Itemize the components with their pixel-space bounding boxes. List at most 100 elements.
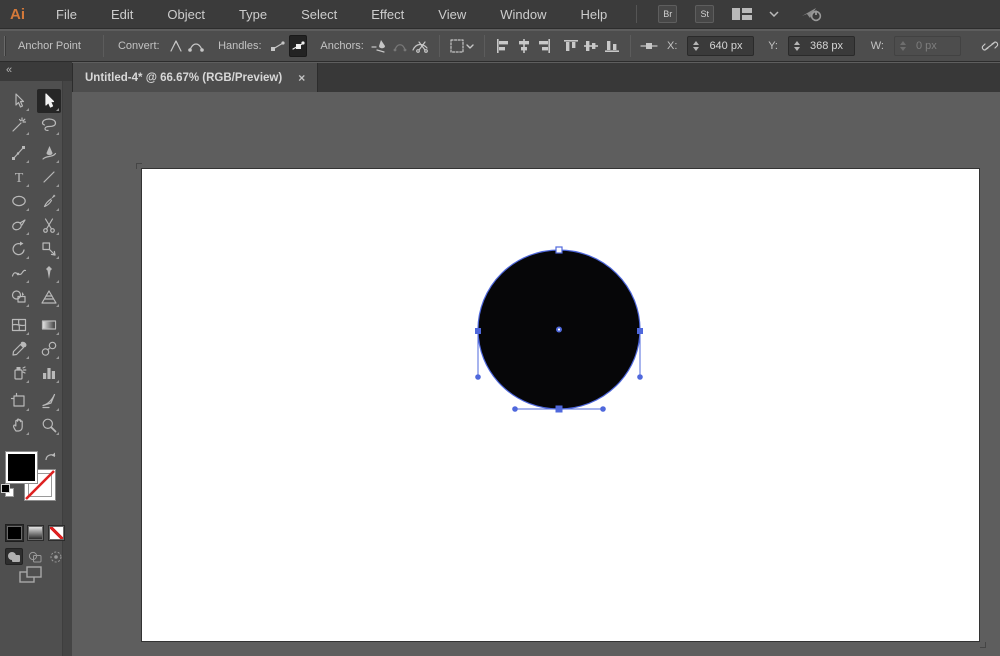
selection-tool[interactable] (7, 89, 31, 113)
gradient-button[interactable] (27, 525, 44, 541)
align-right-button[interactable] (535, 35, 553, 57)
collapse-panel-button[interactable]: « (6, 64, 12, 76)
align-v-center-button[interactable] (582, 35, 600, 57)
hand-tool[interactable] (7, 413, 31, 437)
top-anchor-point[interactable] (555, 246, 563, 254)
scissors-tool[interactable] (37, 213, 61, 237)
menu-type[interactable]: Type (222, 7, 284, 22)
fill-swatch-black[interactable] (5, 451, 38, 484)
draw-inside-button[interactable] (47, 548, 65, 565)
pen-tool[interactable] (7, 141, 31, 165)
mesh-tool[interactable] (7, 313, 31, 337)
lasso-tool[interactable] (37, 113, 61, 137)
column-graph-tool[interactable] (37, 361, 61, 385)
eyedropper-tool[interactable] (7, 337, 31, 361)
handle-endpoint[interactable] (475, 374, 481, 380)
separator (484, 35, 486, 57)
puppet-warp-tool[interactable] (37, 261, 61, 285)
left-anchor-point[interactable] (475, 328, 481, 334)
draw-normal-button[interactable] (5, 548, 23, 565)
show-handles-button[interactable] (288, 35, 308, 57)
handle-display-icon[interactable] (640, 35, 658, 57)
handle-endpoint[interactable] (637, 374, 643, 380)
handle-endpoint[interactable] (600, 406, 606, 412)
menu-bar: Ai File Edit Object Type Select Effect V… (0, 0, 1000, 29)
magic-wand-tool[interactable] (7, 113, 31, 137)
draw-behind-button[interactable] (26, 548, 44, 565)
menu-object[interactable]: Object (150, 7, 222, 22)
rotate-tool[interactable] (7, 237, 31, 261)
cs-live-icon[interactable] (801, 5, 825, 23)
convert-to-smooth-button[interactable] (187, 35, 205, 57)
x-value[interactable]: 640 px (703, 40, 742, 52)
connect-endpoints-button[interactable] (391, 35, 409, 57)
none-button[interactable] (48, 525, 65, 541)
pencil-tool[interactable] (7, 213, 31, 237)
y-stepper[interactable] (789, 41, 804, 51)
cut-path-button[interactable] (411, 35, 429, 57)
document-tab[interactable]: Untitled-4* @ 66.67% (RGB/Preview) × (72, 63, 319, 92)
paintbrush-tool[interactable] (37, 189, 61, 213)
bridge-button[interactable]: Br (658, 5, 678, 23)
remove-anchors-button[interactable] (371, 35, 389, 57)
tools-panel-header[interactable]: « (0, 62, 72, 81)
ellipse-tool[interactable] (7, 189, 31, 213)
tools-grid: T (7, 89, 61, 437)
x-stepper[interactable] (688, 41, 703, 51)
color-button[interactable] (5, 524, 24, 542)
right-anchor-point[interactable] (637, 328, 643, 334)
y-field[interactable]: 368 px (787, 36, 855, 56)
artboard-corner-mark (980, 642, 986, 648)
symbol-sprayer-tool[interactable] (7, 361, 31, 385)
convert-to-corner-button[interactable] (167, 35, 185, 57)
selected-ellipse-graphic[interactable] (142, 169, 979, 641)
tab-close-button[interactable]: × (298, 71, 305, 85)
mini-fill (1, 484, 10, 493)
screen-mode-button[interactable] (18, 565, 44, 590)
slice-tool[interactable] (37, 389, 61, 413)
stock-button[interactable]: St (695, 5, 715, 23)
align-left-button[interactable] (494, 35, 512, 57)
menu-select[interactable]: Select (284, 7, 354, 22)
workspace-switcher-icon[interactable] (731, 7, 753, 21)
menu-help[interactable]: Help (563, 7, 624, 22)
swap-fill-stroke-icon[interactable] (44, 451, 58, 469)
menu-separator (636, 5, 638, 23)
align-bottom-button[interactable] (603, 35, 621, 57)
curvature-tool[interactable] (37, 141, 61, 165)
menu-effect[interactable]: Effect (354, 7, 421, 22)
control-panel: Anchor Point Convert: Handles: Anchors: (0, 30, 1000, 62)
hide-handles-button[interactable] (269, 35, 287, 57)
default-fill-stroke-icon[interactable] (1, 484, 15, 498)
scale-tool[interactable] (37, 237, 61, 261)
handle-endpoint[interactable] (512, 406, 518, 412)
line-segment-tool[interactable] (37, 165, 61, 189)
menu-view[interactable]: View (421, 7, 483, 22)
chevron-down-icon[interactable] (769, 11, 779, 17)
width-tool[interactable] (7, 261, 31, 285)
type-tool[interactable]: T (7, 165, 31, 189)
y-value[interactable]: 368 px (804, 40, 843, 52)
direct-selection-tool[interactable] (37, 89, 61, 113)
artboard[interactable] (142, 169, 979, 641)
align-h-center-button[interactable] (514, 35, 532, 57)
blend-tool[interactable] (37, 337, 61, 361)
artboard-tool[interactable] (7, 389, 31, 413)
shape-builder-tool[interactable] (7, 285, 31, 309)
x-field[interactable]: 640 px (687, 36, 755, 56)
w-stepper (895, 41, 910, 51)
menu-edit[interactable]: Edit (94, 7, 150, 22)
artboard-options-dropdown[interactable] (449, 35, 476, 57)
menu-window[interactable]: Window (483, 7, 563, 22)
illustrator-window: Ai File Edit Object Type Select Effect V… (0, 0, 1000, 656)
gradient-tool[interactable] (37, 313, 61, 337)
align-top-button[interactable] (562, 35, 580, 57)
tab-title: Untitled-4* @ 66.67% (RGB/Preview) (85, 71, 283, 84)
perspective-grid-tool[interactable] (37, 285, 61, 309)
menu-file[interactable]: File (39, 7, 94, 22)
link-dimensions-icon[interactable] (981, 35, 999, 57)
canvas-pasteboard[interactable] (72, 92, 1000, 656)
panel-grip[interactable] (4, 36, 6, 56)
bottom-anchor-point-selected[interactable] (555, 405, 563, 413)
zoom-tool[interactable] (37, 413, 61, 437)
